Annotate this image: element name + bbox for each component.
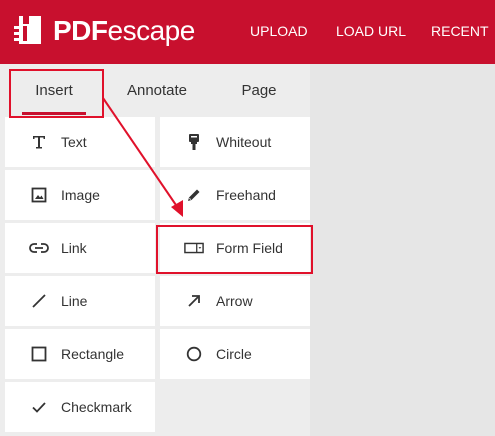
top-bar: PDFescape UPLOAD LOAD URL RECENT — [0, 0, 495, 64]
line-icon — [29, 291, 49, 311]
nav-load-url[interactable]: LOAD URL — [336, 21, 406, 41]
tool-freehand[interactable]: Freehand — [160, 170, 310, 220]
tool-image[interactable]: Image — [5, 170, 155, 220]
tool-label: Link — [61, 240, 87, 256]
pencil-icon — [184, 185, 204, 205]
nav-upload[interactable]: UPLOAD — [250, 21, 308, 41]
tab-annotate[interactable]: Annotate — [108, 64, 206, 118]
tool-label: Image — [61, 187, 100, 203]
pdfescape-logo-icon — [13, 13, 47, 49]
image-icon — [29, 185, 49, 205]
arrow-icon — [184, 291, 204, 311]
logo-text: PDFescape — [53, 13, 195, 49]
tool-label: Text — [61, 134, 87, 150]
active-tab-indicator — [22, 112, 86, 115]
tool-rectangle[interactable]: Rectangle — [5, 329, 155, 379]
text-icon — [29, 132, 49, 152]
whiteout-icon — [184, 132, 204, 152]
logo[interactable]: PDFescape — [13, 13, 195, 49]
tool-link[interactable]: Link — [5, 223, 155, 273]
tool-label: Circle — [216, 346, 252, 362]
tool-circle[interactable]: Circle — [160, 329, 310, 379]
tab-page[interactable]: Page — [210, 64, 308, 118]
link-icon — [29, 238, 49, 258]
logo-text-bold: PDF — [53, 15, 108, 46]
nav-recent[interactable]: RECENT — [431, 21, 489, 41]
tab-insert[interactable]: Insert — [5, 64, 103, 118]
tool-label: Whiteout — [216, 134, 272, 150]
tool-label: Line — [61, 293, 88, 309]
circle-icon — [184, 344, 204, 364]
rectangle-icon — [29, 344, 49, 364]
tool-line[interactable]: Line — [5, 276, 155, 326]
logo-text-light: escape — [107, 15, 196, 46]
tool-label: Arrow — [216, 293, 253, 309]
tool-form-field[interactable]: Form Field — [160, 223, 310, 273]
form-field-icon — [184, 238, 204, 258]
tool-text[interactable]: Text — [5, 117, 155, 167]
tool-label: Freehand — [216, 187, 276, 203]
tab-bar: Insert Annotate Page — [0, 64, 310, 118]
checkmark-icon — [29, 397, 49, 417]
tool-whiteout[interactable]: Whiteout — [160, 117, 310, 167]
tool-checkmark[interactable]: Checkmark — [5, 382, 155, 432]
tool-label: Checkmark — [61, 399, 132, 415]
tool-label: Form Field — [216, 240, 283, 256]
tool-label: Rectangle — [61, 346, 125, 362]
tool-arrow[interactable]: Arrow — [160, 276, 310, 326]
